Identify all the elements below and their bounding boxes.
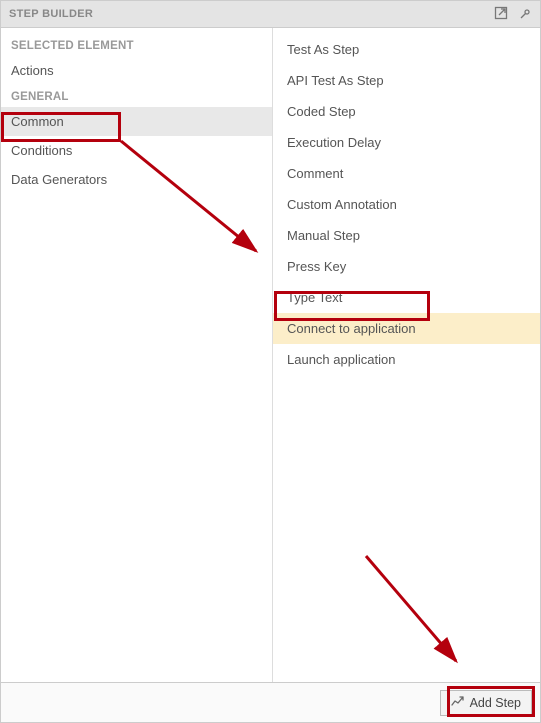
titlebar-actions	[494, 6, 532, 23]
step-item-api-test-as-step[interactable]: API Test As Step	[273, 65, 540, 96]
step-item-coded-step[interactable]: Coded Step	[273, 96, 540, 127]
main-content: SELECTED ELEMENT Actions GENERAL Common …	[1, 28, 540, 682]
titlebar: STEP BUILDER	[1, 1, 540, 28]
nav-item-common[interactable]: Common	[1, 107, 272, 136]
add-step-icon	[451, 695, 465, 710]
step-item-launch-application[interactable]: Launch application	[273, 344, 540, 375]
section-header-general: GENERAL	[1, 85, 272, 107]
step-item-custom-annotation[interactable]: Custom Annotation	[273, 189, 540, 220]
right-pane: Test As Step API Test As Step Coded Step…	[273, 28, 540, 682]
step-item-test-as-step[interactable]: Test As Step	[273, 34, 540, 65]
footer: Add Step	[1, 682, 540, 722]
add-step-button[interactable]: Add Step	[440, 690, 532, 716]
section-header-selected: SELECTED ELEMENT	[1, 34, 272, 56]
nav-item-data-generators[interactable]: Data Generators	[1, 165, 272, 194]
step-item-connect-to-application[interactable]: Connect to application	[273, 313, 540, 344]
popout-icon[interactable]	[494, 6, 508, 23]
nav-item-actions[interactable]: Actions	[1, 56, 272, 85]
step-item-comment[interactable]: Comment	[273, 158, 540, 189]
left-pane: SELECTED ELEMENT Actions GENERAL Common …	[1, 28, 273, 682]
step-item-execution-delay[interactable]: Execution Delay	[273, 127, 540, 158]
pin-icon[interactable]	[518, 6, 532, 23]
add-step-label: Add Step	[470, 696, 521, 710]
nav-item-conditions[interactable]: Conditions	[1, 136, 272, 165]
titlebar-label: STEP BUILDER	[9, 8, 93, 20]
step-item-manual-step[interactable]: Manual Step	[273, 220, 540, 251]
step-item-type-text[interactable]: Type Text	[273, 282, 540, 313]
step-item-press-key[interactable]: Press Key	[273, 251, 540, 282]
